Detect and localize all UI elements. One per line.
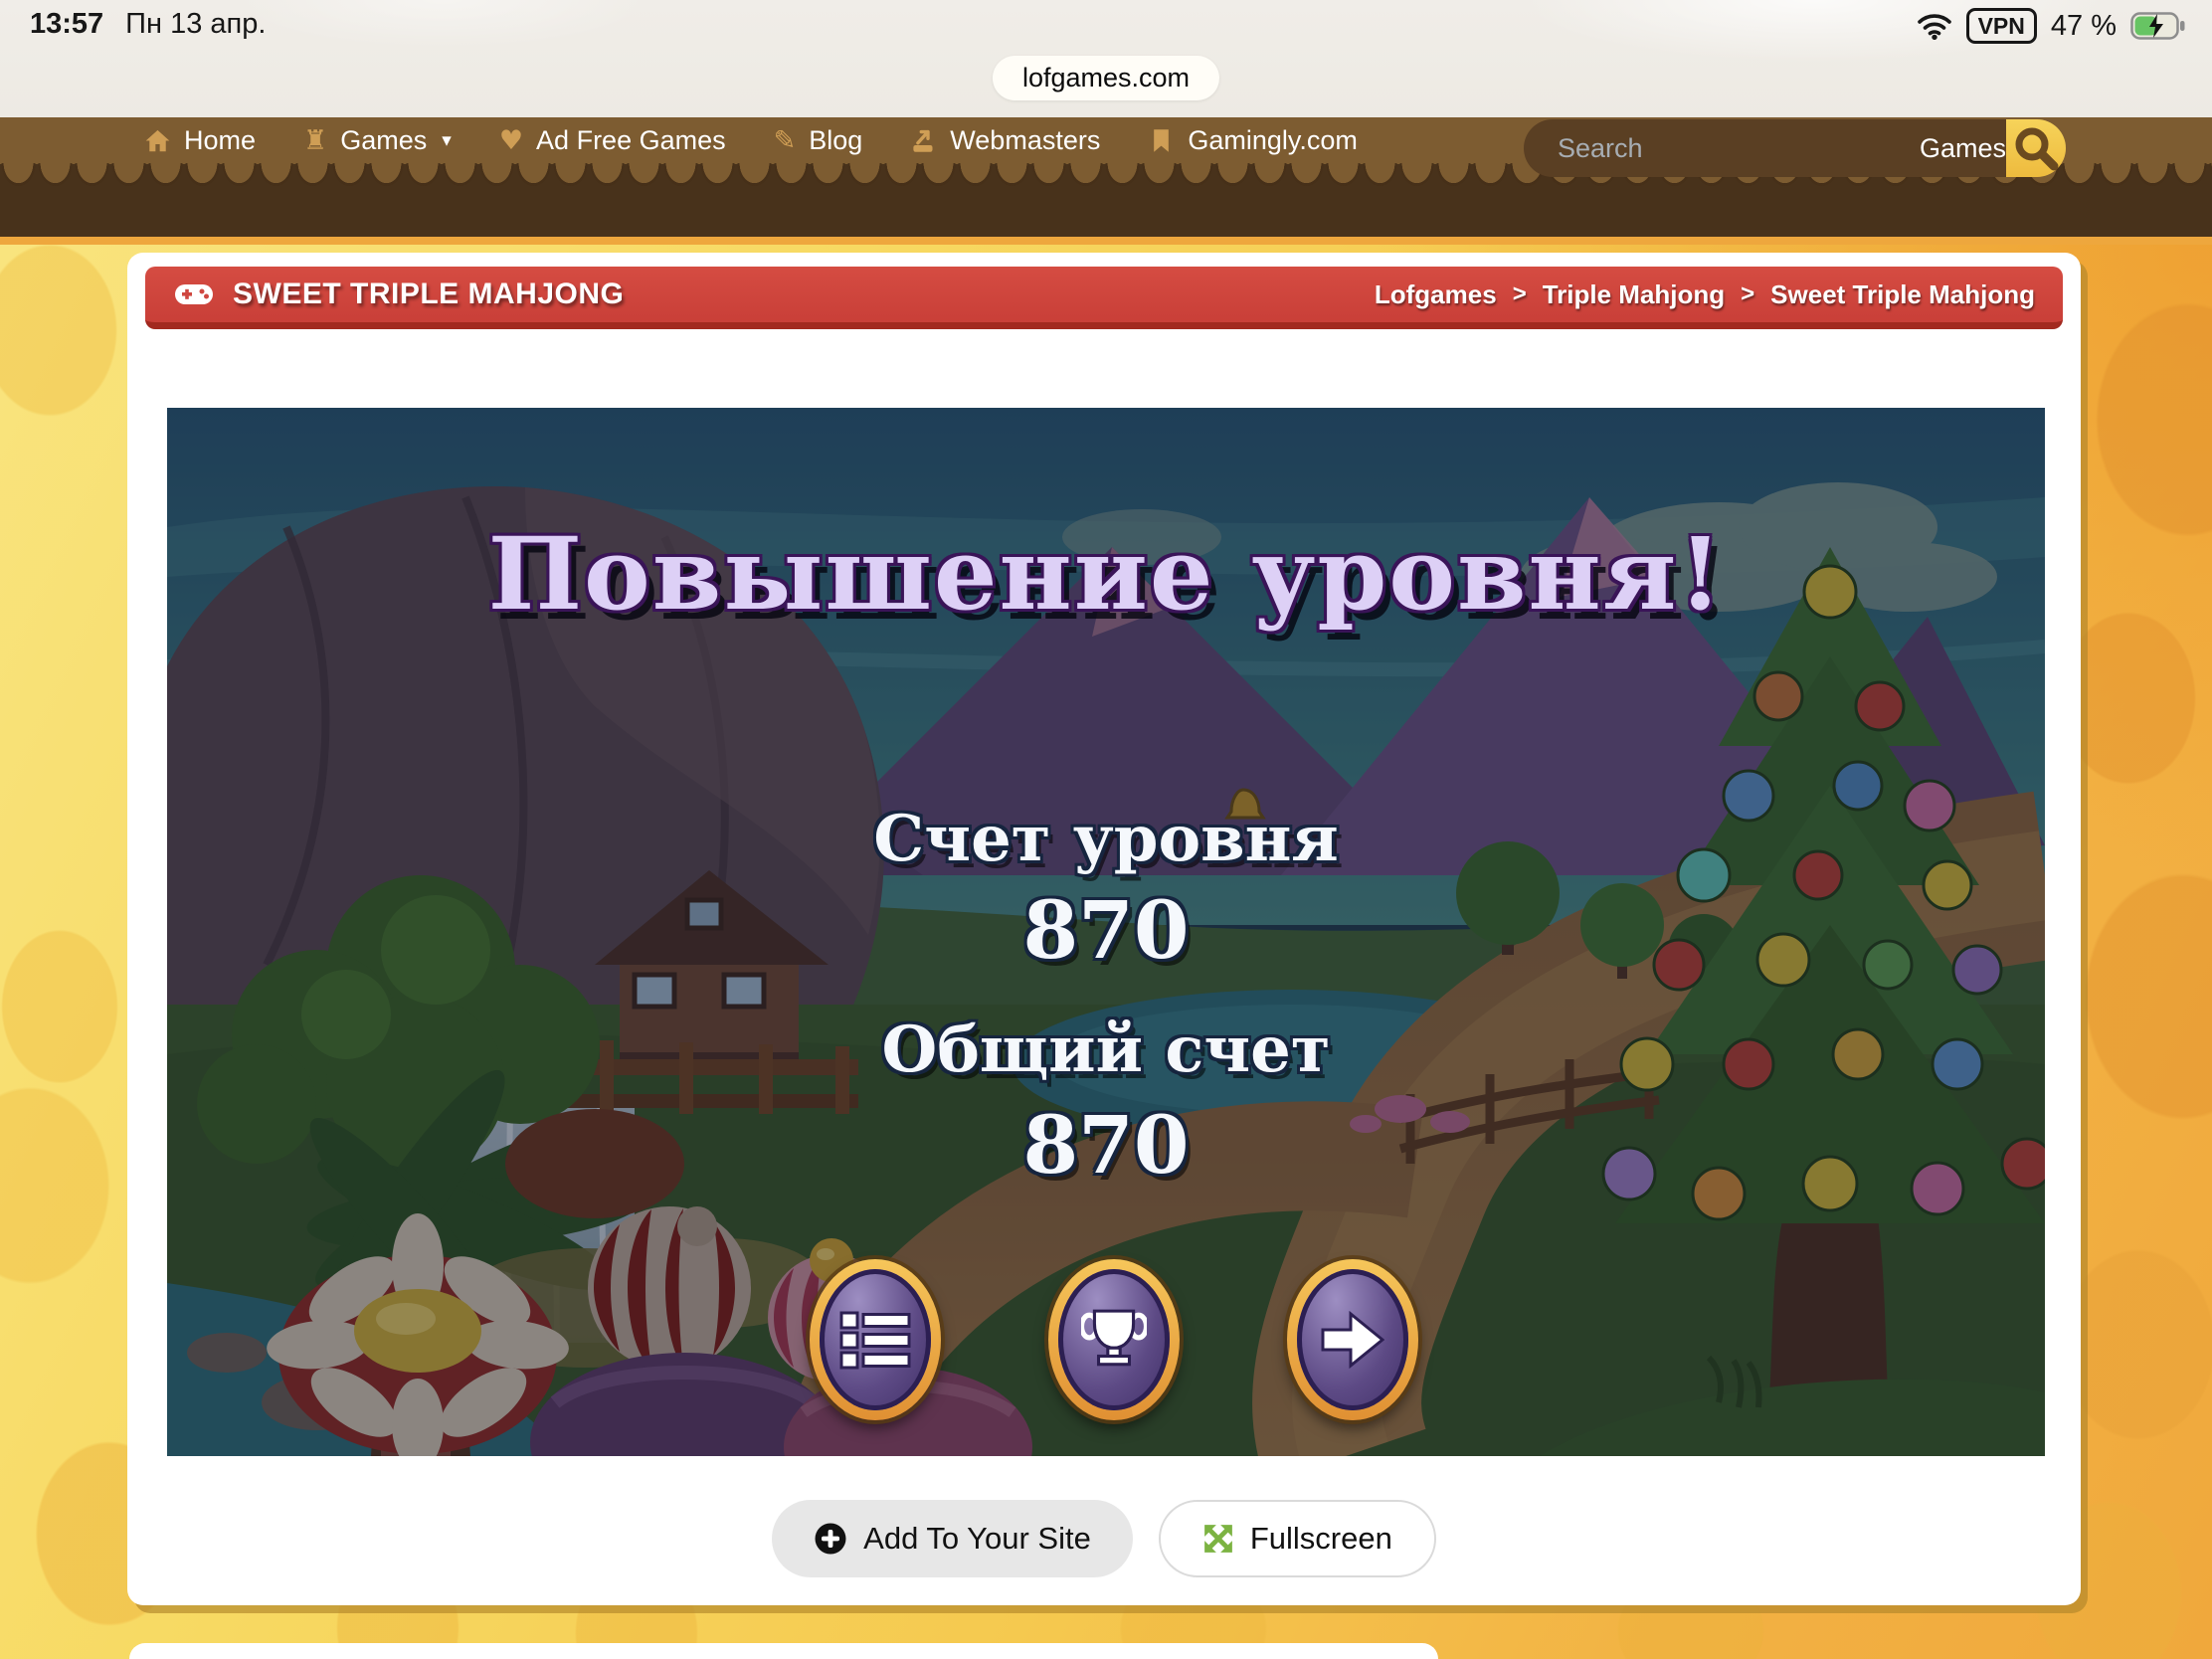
breadcrumb-current: Sweet Triple Mahjong	[1770, 279, 2035, 310]
battery-charging-icon	[2130, 12, 2186, 40]
add-to-your-site-label: Add To Your Site	[863, 1521, 1091, 1557]
nav-label: Games	[340, 125, 427, 156]
search-category-select[interactable]: Games	[1920, 119, 2006, 177]
nav-item-home[interactable]: Home	[144, 125, 256, 156]
nav-label: Blog	[809, 125, 862, 156]
game-menu-button[interactable]	[810, 1259, 941, 1420]
gamepad-icon	[173, 280, 215, 308]
search-category-value: Games	[1920, 133, 2006, 164]
total-score-label: Общий счет	[167, 1013, 2045, 1087]
page-title: SWEET TRIPLE MAHJONG	[233, 277, 624, 311]
clock: 13:57	[30, 8, 103, 41]
trophy-icon	[1081, 1307, 1147, 1373]
magnifier-icon	[2012, 124, 2060, 172]
nav-label: Webmasters	[950, 125, 1100, 156]
nav-item-webmasters[interactable]: Webmasters	[910, 125, 1100, 156]
nav-item-blog[interactable]: ✎ Blog	[774, 125, 863, 156]
breadcrumb-separator: >	[1741, 280, 1754, 308]
status-right: VPN 47 %	[1917, 8, 2186, 44]
nav-item-ad-free-games[interactable]: ♥ Ad Free Games	[499, 125, 726, 156]
nav-item-games[interactable]: ♜ Games ▾	[303, 125, 452, 156]
status-date: Пн 13 апр.	[125, 8, 266, 41]
level-score-value: 870	[167, 883, 2045, 977]
achievements-button[interactable]	[1048, 1259, 1180, 1420]
search-bar: Games	[1524, 119, 2063, 177]
total-score-value: 870	[167, 1098, 2045, 1192]
fullscreen-label: Fullscreen	[1250, 1521, 1392, 1557]
wifi-icon	[1917, 12, 1952, 40]
ipad-screen: 13:57 Пн 13 апр. lofgames.com VPN 47 %	[0, 0, 2212, 1659]
upload-icon	[910, 127, 937, 154]
heart-icon: ♥	[499, 127, 523, 154]
list-menu-icon	[839, 1310, 911, 1370]
home-icon	[144, 127, 171, 154]
chess-rook-icon: ♜	[303, 127, 327, 154]
search-button[interactable]	[2006, 119, 2066, 177]
chevron-down-icon: ▾	[442, 129, 452, 152]
pencil-icon: ✎	[774, 127, 797, 154]
bookmark-icon	[1148, 127, 1175, 154]
next-level-button[interactable]	[1287, 1259, 1418, 1420]
breadcrumb-triple-mahjong[interactable]: Triple Mahjong	[1543, 279, 1725, 310]
status-bar: 13:57 Пн 13 апр. lofgames.com VPN 47 %	[0, 0, 2212, 117]
search-input[interactable]	[1524, 119, 1920, 177]
nav-label: Ad Free Games	[536, 125, 726, 156]
actions-row: Add To Your Site Fullscreen	[127, 1500, 2081, 1577]
game-header-left: SWEET TRIPLE MAHJONG	[173, 277, 624, 311]
fullscreen-icon	[1202, 1523, 1234, 1555]
nav-label: Gamingly.com	[1188, 125, 1358, 156]
nav-label: Home	[184, 125, 256, 156]
next-content-card	[129, 1643, 1438, 1659]
add-to-your-site-button[interactable]: Add To Your Site	[772, 1500, 1133, 1577]
achievements-button-face	[1058, 1269, 1170, 1410]
game-header: SWEET TRIPLE MAHJONG Lofgames > Triple M…	[145, 267, 2063, 329]
status-left: 13:57 Пн 13 апр.	[30, 8, 266, 41]
url-text: lofgames.com	[1022, 63, 1190, 93]
fullscreen-button[interactable]: Fullscreen	[1159, 1500, 1436, 1577]
orange-divider	[0, 237, 2212, 245]
vpn-badge: VPN	[1966, 8, 2037, 44]
arrow-right-icon	[1321, 1311, 1384, 1369]
battery-percent: 47 %	[2051, 10, 2117, 43]
game-card: SWEET TRIPLE MAHJONG Lofgames > Triple M…	[127, 253, 2081, 1605]
breadcrumb-separator: >	[1513, 280, 1527, 308]
plus-circle-icon	[814, 1522, 847, 1556]
breadcrumb: Lofgames > Triple Mahjong > Sweet Triple…	[1375, 279, 2035, 310]
breadcrumb-lofgames[interactable]: Lofgames	[1375, 279, 1497, 310]
level-score-label: Счет уровня	[167, 802, 2045, 876]
nav-item-gamingly[interactable]: Gamingly.com	[1148, 125, 1358, 156]
next-level-button-face	[1297, 1269, 1408, 1410]
game-menu-button-face	[820, 1269, 931, 1410]
levelup-title: Повышение уровня!	[167, 515, 2045, 633]
url-pill[interactable]: lofgames.com	[993, 56, 1219, 100]
game-viewport[interactable]: Повышение уровня! Счет уровня 870 Общий …	[167, 408, 2045, 1456]
